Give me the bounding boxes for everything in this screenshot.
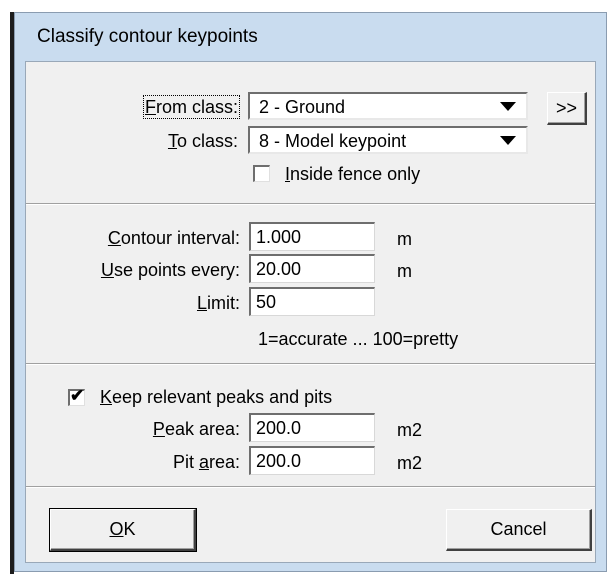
checkmark-icon: ✔ [70,386,85,405]
section-divider [26,203,595,205]
section-divider [26,486,595,488]
use-points-every-unit: m [397,261,412,281]
from-class-label: From class: [142,95,241,119]
inside-fence-label: Inside fence only [285,164,421,184]
from-class-value: 2 - Ground [259,97,346,117]
to-class-value: 8 - Model keypoint [259,131,407,151]
from-class-select[interactable]: 2 - Ground [248,92,528,120]
swap-classes-button[interactable]: >> [547,92,587,125]
peak-area-unit: m2 [397,420,423,440]
pit-area-field[interactable] [249,446,375,475]
ok-button[interactable]: OK [49,508,197,552]
to-class-label: To class: [167,131,238,151]
contour-interval-field[interactable] [249,222,375,251]
cancel-button[interactable]: Cancel [446,509,592,551]
keep-peaks-checkbox[interactable]: ✔ [68,386,85,406]
pit-area-label: Pit area: [172,452,240,472]
dialog-title: Classify contour keypoints [37,26,258,47]
inside-fence-checkbox[interactable] [253,165,270,182]
keep-peaks-label: Keep relevant peaks and pits [100,387,333,407]
limit-hint: 1=accurate ... 100=pretty [258,329,459,349]
dialog-client-area: From class: 2 - Ground >> To class: 8 - … [25,61,596,563]
to-class-select[interactable]: 8 - Model keypoint [248,126,528,154]
section-divider [26,363,595,365]
use-points-every-label: Use points every: [100,260,240,280]
dropdown-arrow-icon [500,136,516,145]
limit-field[interactable] [249,287,375,316]
pit-area-unit: m2 [397,453,423,473]
use-points-every-field[interactable] [249,254,375,283]
dialog-window: Classify contour keypoints From class: 2… [14,12,607,572]
contour-interval-unit: m [397,229,412,249]
dropdown-arrow-icon [500,102,516,111]
peak-area-field[interactable] [249,413,375,442]
contour-interval-label: Contour interval: [107,228,240,248]
background-window-edge [0,0,14,574]
limit-label: Limit: [196,293,240,313]
peak-area-label: Peak area: [152,419,240,439]
